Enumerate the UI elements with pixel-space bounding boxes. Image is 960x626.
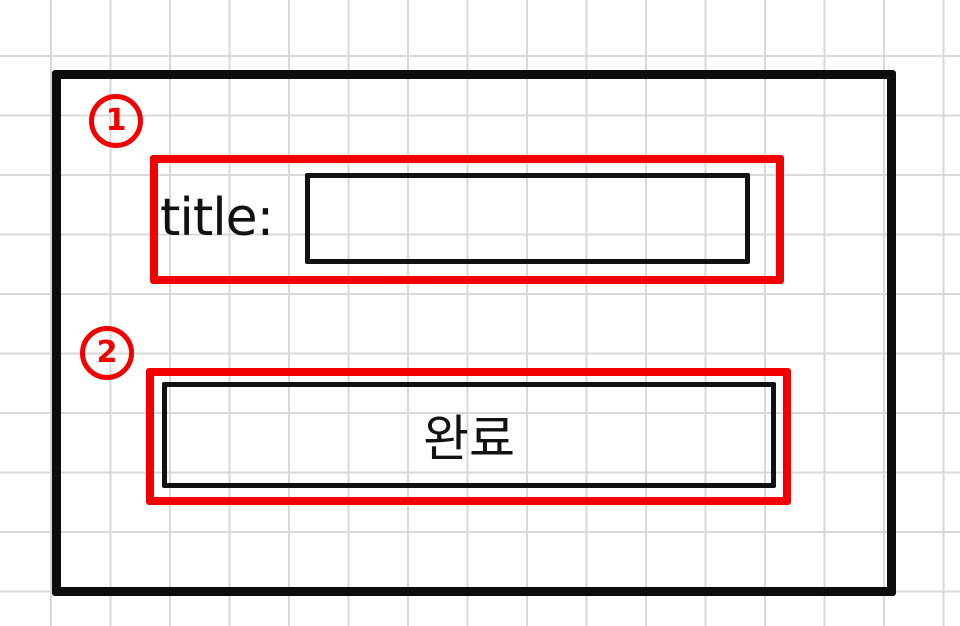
annotation-marker-1: 1	[89, 94, 143, 148]
dialog-frame	[52, 70, 896, 596]
title-input[interactable]	[305, 173, 750, 264]
done-button[interactable]: 완료	[162, 382, 776, 488]
annotation-marker-2: 2	[80, 326, 134, 380]
title-label: title:	[160, 188, 274, 248]
